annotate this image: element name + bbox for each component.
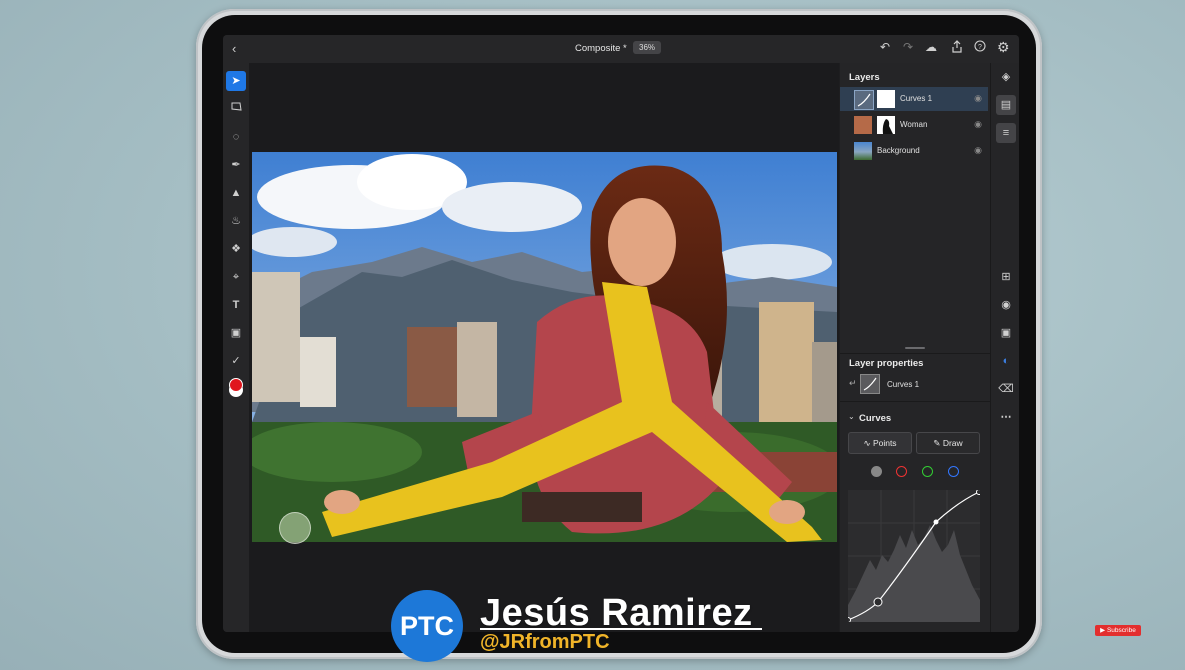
layer-mask-thumb [877, 116, 895, 134]
top-bar: ‹ Composite * 36% ↶ ↷ ☁ ? ⚙ [223, 35, 1019, 63]
layer-name: Background [877, 146, 920, 155]
healing-icon[interactable]: ❖ [226, 239, 246, 259]
touch-indicator [279, 512, 311, 544]
pencil-icon: ✎ [933, 438, 941, 448]
clear-icon[interactable]: ⌫ [996, 379, 1016, 399]
layer-properties-title: Layer properties [849, 358, 924, 369]
layer-item-background[interactable]: Background ◉ [840, 139, 988, 163]
cloud-icon[interactable]: ☁ [925, 40, 937, 54]
adjustment-layer-icon[interactable]: ◐ [996, 351, 1016, 371]
blue-channel-button[interactable] [948, 466, 959, 477]
layer-name: Woman [900, 120, 928, 129]
curve-point[interactable] [873, 597, 883, 607]
layer-item-curves[interactable]: Curves 1 ◉ [840, 87, 988, 111]
green-channel-button[interactable] [922, 466, 933, 477]
eraser-icon[interactable]: ▲ [226, 183, 246, 203]
svg-text:?: ? [978, 44, 982, 51]
settings-icon[interactable]: ⚙ [997, 40, 1010, 54]
quick-select-icon[interactable]: ◌ [226, 127, 246, 147]
properties-panel: Layers Curves 1 ◉ Woman ◉ Background ◉ L… [840, 63, 990, 632]
right-rail: ◈ ▤ ≡ ⊞ ◉ ▣ ◐ ⌫ ⋯ [990, 63, 1019, 632]
adjustments-icon[interactable]: ≡ [996, 123, 1016, 143]
points-mode-button[interactable]: ∿ Points [848, 432, 912, 454]
divider [840, 401, 990, 402]
red-channel-button[interactable] [896, 466, 907, 477]
play-icon: ▶ [1100, 627, 1106, 634]
layer-item-woman[interactable]: Woman ◉ [840, 113, 988, 137]
add-layer-icon[interactable]: ⊞ [996, 267, 1016, 287]
layer-thumb [854, 116, 872, 134]
curves-layer-icon [854, 90, 874, 110]
chevron-down-icon[interactable]: ⌄ [848, 412, 855, 421]
curve-points-icon: ∿ [863, 438, 871, 448]
composite-image[interactable] [252, 152, 837, 542]
move-icon[interactable]: ➤ [226, 71, 246, 91]
layer-stack-icon[interactable]: ▤ [996, 95, 1016, 115]
clip-icon: ↵ [849, 378, 857, 388]
help-icon[interactable]: ? [974, 40, 986, 55]
foreground-color-swatch[interactable] [229, 378, 243, 392]
mask-icon[interactable]: ▣ [996, 323, 1016, 343]
visibility-icon[interactable]: ◉ [996, 295, 1016, 315]
subscribe-label: Subscribe [1106, 627, 1136, 634]
curve-point[interactable] [976, 490, 981, 495]
eye-icon[interactable]: ◉ [974, 119, 982, 130]
layer-thumb [854, 142, 872, 160]
layer-name: Curves 1 [900, 94, 933, 103]
points-label: Points [872, 438, 897, 448]
share-icon[interactable] [951, 40, 963, 56]
crop-icon[interactable]: ⌖ [226, 267, 246, 287]
curve-point[interactable] [933, 519, 939, 525]
chevron-left-icon[interactable]: ‹ [232, 41, 236, 56]
eye-icon[interactable]: ◉ [974, 93, 982, 104]
layers-icon[interactable]: ◈ [996, 67, 1016, 87]
tool-bar: ➤ ◌ ✒ ▲ ♨ ❖ ⌖ T ▣ ✓ [223, 63, 249, 632]
eye-icon[interactable]: ◉ [974, 145, 982, 156]
redo-icon[interactable]: ↷ [903, 40, 913, 54]
zoom-level[interactable]: 36% [633, 41, 662, 54]
type-icon[interactable]: T [226, 295, 246, 315]
curve-point[interactable] [848, 617, 851, 623]
divider [840, 353, 990, 354]
canvas-area[interactable] [249, 63, 839, 632]
rgb-channel-button[interactable] [871, 466, 882, 477]
properties-layer-name: Curves 1 [887, 380, 920, 389]
subscribe-button[interactable]: ▶ Subscribe [1095, 625, 1141, 636]
layer-mask-thumb [877, 90, 895, 108]
presenter-handle: @JRfromPTC [480, 631, 610, 653]
lasso-select-icon[interactable] [226, 99, 246, 119]
app-screen: ‹ Composite * 36% ↶ ↷ ☁ ? ⚙ ➤ ◌ ✒ ▲ ♨ ❖ … [223, 35, 1019, 632]
fill-icon[interactable]: ♨ [226, 211, 246, 231]
name-underline [480, 628, 762, 630]
panel-resize-handle[interactable] [905, 347, 925, 349]
layers-title: Layers [849, 72, 880, 83]
curves-graph[interactable] [848, 490, 980, 622]
undo-icon[interactable]: ↶ [880, 40, 890, 54]
ptc-logo: PTC [391, 590, 463, 662]
curves-layer-icon [860, 374, 880, 394]
eyedropper-icon[interactable]: ✓ [226, 351, 246, 371]
place-image-icon[interactable]: ▣ [226, 323, 246, 343]
more-icon[interactable]: ⋯ [996, 407, 1016, 427]
document-title: Composite * [575, 43, 627, 54]
draw-mode-button[interactable]: ✎ Draw [916, 432, 980, 454]
brush-icon[interactable]: ✒ [226, 155, 246, 175]
draw-label: Draw [942, 438, 963, 448]
curves-title: Curves [859, 413, 892, 424]
